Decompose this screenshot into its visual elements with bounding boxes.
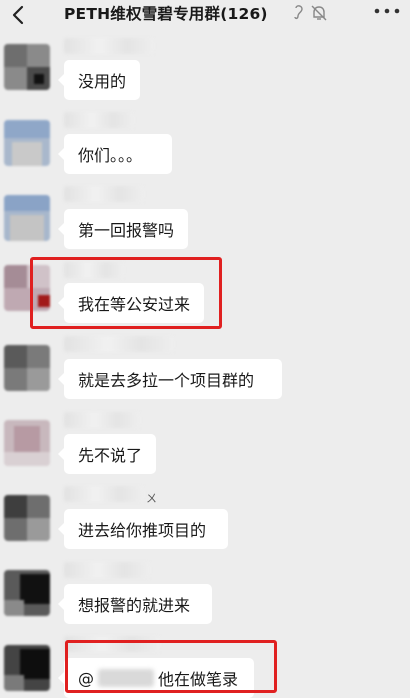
bell-off-icon [294,5,327,21]
mention-name-blurred [98,669,154,687]
message-bubble[interactable]: 想报警的就进来 [58,584,212,624]
message-bubble[interactable]: 我在等公安过来 [58,283,204,323]
avatar[interactable] [4,345,50,391]
chat-header: PETH维权雪碧专用群(126) [0,0,410,26]
mention-at: @ [78,668,94,688]
message-bubble[interactable]: 你们。。。 [58,134,172,174]
avatar[interactable] [4,120,50,166]
message-bubble[interactable]: 进去给你推项目的 [58,509,228,549]
nickname-blurred [64,412,140,428]
message-bubble[interactable]: 第一回报警吗 [58,209,188,249]
nickname-blurred [64,38,154,54]
message-text: 他在做笔录 [158,670,239,689]
avatar[interactable] [4,495,50,541]
message-bubble[interactable]: 没用的 [58,60,140,100]
avatar[interactable] [4,44,50,90]
avatar[interactable] [4,265,50,311]
avatar[interactable] [4,195,50,241]
chat-title: PETH维权雪碧专用群(126) [64,5,268,23]
avatar[interactable] [4,645,50,691]
nickname-blurred [64,112,134,128]
message-bubble[interactable]: @ 他在做笔录 [58,658,254,698]
nickname-blurred [64,636,160,652]
nickname-blurred [64,186,144,202]
more-dots-icon[interactable] [372,4,402,18]
message-bubble[interactable]: 先不说了 [58,434,156,474]
avatar[interactable] [4,570,50,616]
nickname-blurred [64,486,144,502]
nickname-glyph: ㄨ [146,492,157,505]
chevron-left-icon[interactable] [10,5,28,25]
message-bubble[interactable]: 就是去多拉一个项目群的 [58,359,282,399]
nickname-blurred [64,336,174,352]
nickname-blurred [64,262,124,278]
avatar[interactable] [4,420,50,466]
nickname-blurred [64,562,150,578]
